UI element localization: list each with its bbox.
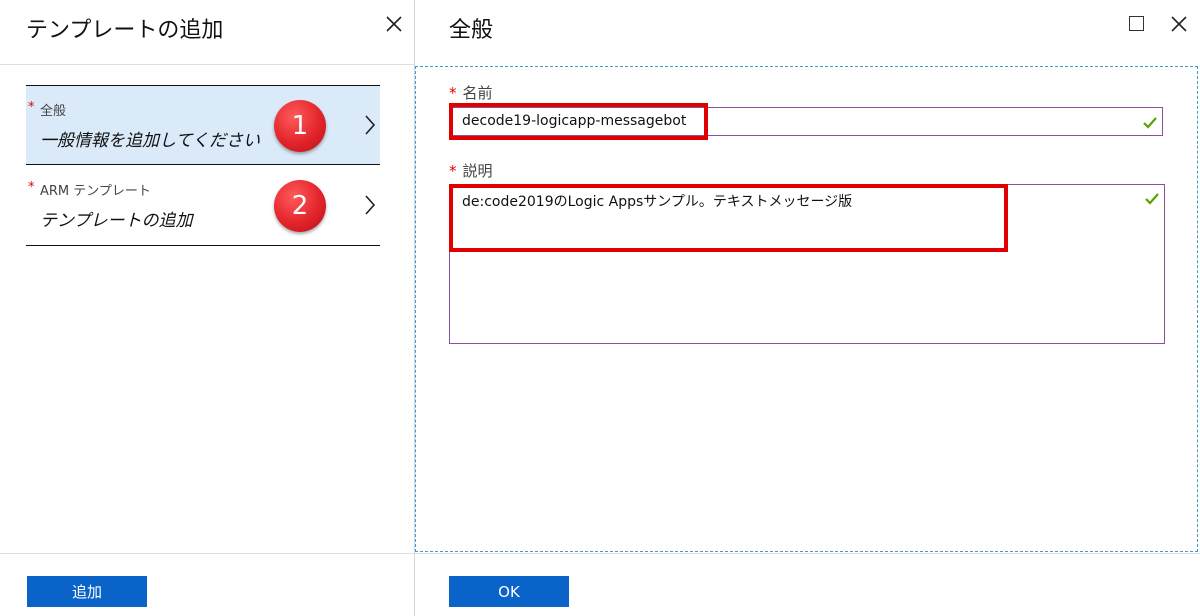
add-button[interactable]: 追加 [27,576,147,607]
step-arm-template[interactable]: * ARM テンプレート テンプレートの追加 2 [26,166,380,246]
close-icon[interactable] [1169,14,1189,34]
valid-check-icon [1145,193,1159,205]
maximize-icon[interactable] [1129,16,1144,31]
step-number-badge: 1 [274,100,326,152]
add-template-blade: テンプレートの追加 * 全般 一般情報を追加してください 1 * ARM テンプ… [0,0,415,616]
required-mark: * [449,162,457,180]
step-number-badge: 2 [274,180,326,232]
chevron-right-icon [365,195,376,215]
description-label: * 説明 [449,160,493,181]
name-input[interactable]: decode19-logicapp-messagebot [449,107,1163,136]
footer-divider [0,553,414,554]
step-label: 全般 [40,104,67,119]
required-mark: * [28,100,35,115]
blade-title: 全般 [449,18,494,43]
footer-divider [415,553,1200,554]
header-divider [0,64,414,65]
required-mark: * [449,84,457,102]
description-label-text: 説明 [462,162,493,180]
step-general[interactable]: * 全般 一般情報を追加してください 1 [26,85,380,165]
required-mark: * [28,180,35,195]
chevron-right-icon [365,115,376,135]
name-label: * 名前 [449,82,493,103]
valid-check-icon [1143,117,1157,129]
description-textarea[interactable]: de:code2019のLogic Appsサンプル。テキストメッセージ版 [449,184,1165,344]
ok-button[interactable]: OK [449,576,569,607]
blade-title: テンプレートの追加 [26,18,224,43]
name-label-text: 名前 [462,84,493,102]
step-description: テンプレートの追加 [40,211,193,231]
step-label: ARM テンプレート [40,184,151,199]
step-description: 一般情報を追加してください [40,131,260,151]
close-icon[interactable] [384,14,404,34]
general-blade: 全般 * 名前 decode19-logicapp-messagebot * 説明 … [415,0,1200,616]
